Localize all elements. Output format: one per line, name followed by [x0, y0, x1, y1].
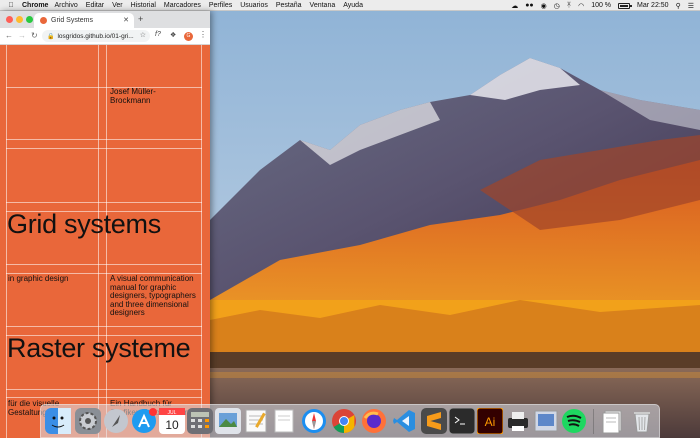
- grid-line: [6, 264, 202, 265]
- grid-line: [6, 326, 202, 327]
- system-preferences-icon[interactable]: [75, 408, 101, 434]
- apple-menu-icon[interactable]: : [6, 2, 16, 9]
- back-button[interactable]: ←: [5, 31, 13, 40]
- tab-title: Grid Systems: [51, 17, 94, 24]
- trash-icon[interactable]: [629, 408, 655, 434]
- grid-line: [6, 139, 202, 140]
- extensions-puzzle-icon[interactable]: ❖: [170, 31, 176, 39]
- menu-list-icon[interactable]: ☰: [688, 2, 694, 10]
- grid-line: [6, 202, 202, 203]
- spotify-icon[interactable]: [561, 408, 587, 434]
- notes-icon[interactable]: [271, 408, 297, 434]
- firefox-icon[interactable]: [361, 408, 387, 434]
- tab-grid-systems[interactable]: Grid Systems ✕: [34, 13, 134, 28]
- reload-button[interactable]: ↻: [31, 31, 38, 40]
- finder-icon[interactable]: [45, 408, 71, 434]
- description-english: A visual communication manual for graphi…: [110, 274, 196, 317]
- image-capture-icon[interactable]: [533, 408, 559, 434]
- browser-toolbar: ← → ↻ 🔒 losgridos.github.io/01-gri... ☆ …: [0, 28, 210, 45]
- address-bar[interactable]: 🔒 losgridos.github.io/01-gri... ☆: [42, 30, 150, 42]
- grid-line: [6, 148, 202, 149]
- title-english: Grid systems: [7, 209, 161, 239]
- menu-pestana[interactable]: Pestaña: [276, 2, 302, 9]
- forward-button[interactable]: →: [18, 31, 26, 40]
- menu-archivo[interactable]: Archivo: [54, 2, 77, 9]
- printer-icon[interactable]: [505, 408, 531, 434]
- preview-icon[interactable]: [215, 408, 241, 434]
- grid-line: [6, 397, 202, 398]
- cloud-icon[interactable]: ☁: [511, 2, 518, 10]
- dock: JUL 10 Ai: [40, 404, 660, 438]
- web-page: Josef Müller-Brockmann Grid systems in g…: [0, 45, 210, 438]
- menu-bar:  Chrome Archivo Editar Ver Historial Ma…: [0, 0, 700, 11]
- search-icon[interactable]: ⚲: [676, 2, 681, 10]
- sublime-text-icon[interactable]: [421, 408, 447, 434]
- dock-separator: [593, 409, 594, 434]
- bluetooth-icon[interactable]: ᛡ: [567, 2, 571, 9]
- safari-icon[interactable]: [301, 408, 327, 434]
- grid-line: [201, 45, 202, 438]
- profile-avatar[interactable]: G: [184, 32, 193, 41]
- bookmark-star-icon[interactable]: ☆: [140, 31, 146, 39]
- documents-stack-icon[interactable]: [599, 408, 625, 434]
- grid-line: [98, 45, 99, 438]
- lock-icon[interactable]: 🔒: [47, 33, 54, 40]
- favicon-icon: [40, 17, 47, 24]
- grid-line: [6, 389, 202, 390]
- menu-app-name[interactable]: Chrome: [22, 2, 48, 9]
- window-maximize-button[interactable]: [26, 16, 33, 23]
- window-minimize-button[interactable]: [16, 16, 23, 23]
- illustrator-icon[interactable]: Ai: [476, 407, 504, 435]
- subtitle-english: in graphic design: [8, 274, 69, 283]
- calendar-month: JUL: [168, 410, 177, 416]
- title-german: Raster systeme: [7, 333, 191, 363]
- menu-historial[interactable]: Historial: [131, 2, 156, 9]
- author-name: Josef Müller-Brockmann: [110, 87, 156, 105]
- chrome-icon[interactable]: [331, 408, 357, 434]
- tab-close-icon[interactable]: ✕: [123, 16, 129, 24]
- vscode-icon[interactable]: [391, 408, 417, 434]
- calendar-icon[interactable]: JUL 10: [159, 408, 185, 434]
- menu-editar[interactable]: Editar: [86, 2, 104, 9]
- illustrator-label: Ai: [485, 415, 496, 429]
- menu-perfiles[interactable]: Perfiles: [209, 2, 232, 9]
- address-url: losgridos.github.io/01-gri...: [57, 32, 134, 40]
- battery-percent[interactable]: 100 %: [591, 2, 611, 9]
- menu-ver[interactable]: Ver: [112, 2, 123, 9]
- lastpass-icon[interactable]: ●●: [525, 2, 533, 9]
- calculator-icon[interactable]: [187, 408, 213, 434]
- clock-icon[interactable]: ◷: [554, 2, 560, 10]
- app-store-icon[interactable]: [131, 408, 157, 434]
- extension-font-icon[interactable]: f?: [155, 31, 161, 38]
- menu-ayuda[interactable]: Ayuda: [343, 2, 363, 9]
- menu-usuarios[interactable]: Usuarios: [240, 2, 268, 9]
- chrome-menu-icon[interactable]: ⋮: [199, 30, 207, 39]
- tab-strip: Grid Systems ✕ +: [0, 11, 210, 28]
- menu-ventana[interactable]: Ventana: [310, 2, 336, 9]
- headphones-icon[interactable]: ◉: [541, 2, 547, 10]
- menu-marcadores[interactable]: Marcadores: [164, 2, 201, 9]
- chrome-window: Grid Systems ✕ + ← → ↻ 🔒 losgridos.githu…: [0, 11, 210, 438]
- menubar-clock[interactable]: Mar 22:50: [637, 2, 669, 9]
- grid-line: [6, 45, 7, 438]
- new-tab-button[interactable]: +: [138, 14, 143, 24]
- terminal-icon[interactable]: [448, 407, 476, 435]
- grid-line: [106, 45, 107, 438]
- textedit-icon[interactable]: [243, 408, 269, 434]
- wifi-icon[interactable]: ◠: [578, 2, 584, 10]
- calendar-day: 10: [165, 418, 179, 432]
- launchpad-icon[interactable]: [103, 408, 129, 434]
- window-close-button[interactable]: [6, 16, 13, 23]
- battery-icon[interactable]: [618, 2, 633, 9]
